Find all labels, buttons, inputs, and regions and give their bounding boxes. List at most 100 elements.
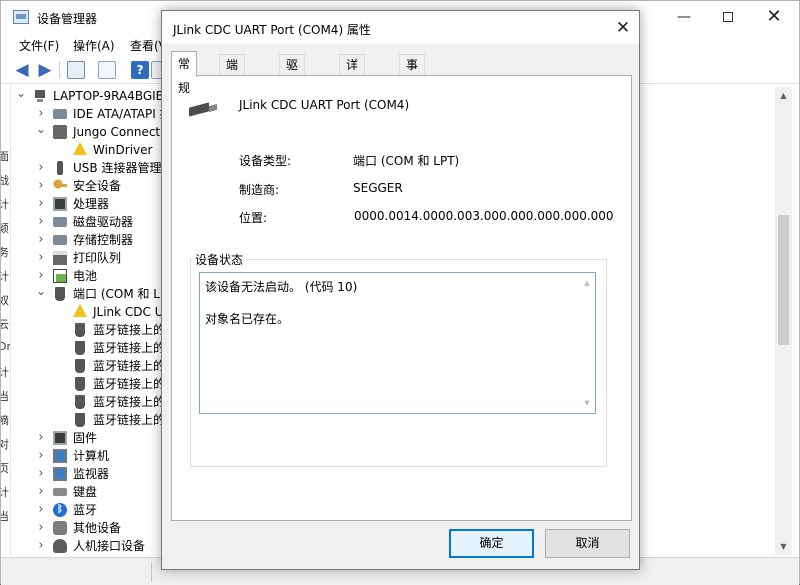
expand-chevron-icon[interactable]: › (36, 447, 46, 465)
collapse-chevron-icon[interactable]: ⌄ (36, 285, 46, 297)
tree-item[interactable]: 蓝牙链接上的 (13, 321, 163, 339)
tree-item[interactable]: › 计算机 (13, 447, 163, 465)
expand-chevron-icon[interactable]: › (36, 483, 46, 501)
clipped-text-fragment: 对 (1, 436, 9, 452)
expand-chevron-icon[interactable]: › (36, 105, 46, 123)
tree-item[interactable]: JLink CDC UA (13, 303, 163, 321)
tab-general[interactable]: 常规 (171, 51, 198, 95)
console-tree-icon[interactable] (67, 61, 85, 79)
tree-item[interactable]: › 人机接口设备 (13, 537, 163, 555)
status-scroll-down-icon[interactable]: ▼ (579, 395, 595, 411)
clipped-text-fragment: 计 (1, 196, 9, 212)
port-connector-icon (189, 102, 217, 116)
back-arrow-icon[interactable]: ◀ (13, 61, 31, 79)
tree-item[interactable]: › 处理器 (13, 195, 163, 213)
dialog-close-icon[interactable]: ✕ (609, 14, 637, 42)
tree-item[interactable]: 蓝牙链接上的 (13, 357, 163, 375)
clipped-text-fragment: 奴 (1, 292, 9, 308)
tree-item[interactable]: › 安全设备 (13, 177, 163, 195)
forward-arrow-icon[interactable]: ▶ (36, 61, 54, 79)
battery-icon (53, 269, 67, 283)
tree-item[interactable]: › USB 连接器管理器 (13, 159, 163, 177)
close-button[interactable]: ✕ (751, 1, 797, 33)
tab-port-settings[interactable]: 端口设置 (219, 54, 246, 132)
tab-details[interactable]: 详细信息 (339, 54, 366, 132)
menu-action[interactable]: 操作(A) (73, 37, 115, 54)
expand-chevron-icon[interactable]: › (36, 267, 46, 285)
general-tab-panel: JLink CDC UART Port (COM4) 设备类型: 端口 (COM… (171, 75, 632, 521)
collapse-chevron-icon[interactable]: ⌄ (36, 123, 46, 135)
clipped-text-fragment: Dr (1, 340, 11, 353)
tree-item[interactable]: ⌄ LAPTOP-9RA4BGIB (13, 87, 163, 105)
tree-item[interactable]: › 电池 (13, 267, 163, 285)
tree-item-label: 计算机 (73, 449, 110, 463)
maximize-icon (723, 12, 733, 22)
device-tree-scrollbar[interactable]: ▲ ▼ (775, 87, 792, 555)
chip-icon (53, 197, 67, 211)
chip-icon (53, 431, 67, 445)
expand-chevron-icon[interactable]: › (36, 465, 46, 483)
keyboard-icon (53, 488, 67, 496)
tree-item[interactable]: ⌄ 端口 (COM 和 LP (13, 285, 163, 303)
tree-item[interactable]: 蓝牙链接上的 (13, 339, 163, 357)
scrollbar-thumb[interactable] (778, 215, 789, 345)
collapse-chevron-icon[interactable]: ⌄ (16, 87, 26, 99)
device-status-title: 设备状态 (192, 251, 247, 268)
tree-item[interactable]: › 监视器 (13, 465, 163, 483)
printer-icon (53, 251, 67, 265)
tree-item[interactable]: › ᛒ 蓝牙 (13, 501, 163, 519)
device-icon (53, 125, 67, 139)
tree-item[interactable]: › 打印队列 (13, 249, 163, 267)
dialog-titlebar[interactable]: JLink CDC UART Port (COM4) 属性 ✕ (162, 11, 639, 44)
expand-chevron-icon[interactable]: › (36, 213, 46, 231)
scroll-down-arrow-icon[interactable]: ▼ (775, 538, 792, 555)
menu-file[interactable]: 文件(F) (19, 37, 59, 54)
cancel-button[interactable]: 取消 (545, 529, 630, 558)
help-icon[interactable]: ? (131, 61, 149, 79)
warning-icon (73, 142, 87, 155)
tree-item-label: 端口 (COM 和 LP (73, 287, 163, 301)
tree-item[interactable]: ⌄ Jungo Connectiv (13, 123, 163, 141)
key-icon (53, 179, 67, 193)
tree-item-label: USB 连接器管理器 (73, 161, 163, 175)
drive-icon (53, 235, 67, 245)
tree-item[interactable]: 蓝牙链接上的 (13, 375, 163, 393)
status-scroll-up-icon[interactable]: ▲ (579, 275, 595, 291)
scroll-up-arrow-icon[interactable]: ▲ (775, 87, 792, 104)
port-icon (75, 377, 85, 391)
tree-item[interactable]: 蓝牙链接上的 (13, 393, 163, 411)
tree-item-label: 键盘 (73, 485, 98, 499)
expand-chevron-icon[interactable]: › (36, 231, 46, 249)
properties-icon[interactable] (98, 61, 116, 79)
expand-chevron-icon[interactable]: › (36, 177, 46, 195)
location-value: 0000.0014.0000.003.000.000.000.000.000 (354, 209, 614, 223)
tree-item-label: 电池 (73, 269, 98, 283)
tree-item[interactable]: › 固件 (13, 429, 163, 447)
expand-chevron-icon[interactable]: › (36, 429, 46, 447)
monitor-icon (53, 467, 67, 481)
maximize-button[interactable] (705, 1, 751, 33)
tree-item[interactable]: › 键盘 (13, 483, 163, 501)
ok-button[interactable]: 确定 (449, 529, 534, 558)
tree-item[interactable]: › 存储控制器 (13, 231, 163, 249)
tab-driver[interactable]: 驱动程序 (279, 54, 306, 132)
tree-item[interactable]: WinDriver (13, 141, 163, 159)
tree-item[interactable]: › 其他设备 (13, 519, 163, 537)
status-scrollbar[interactable]: ▲ ▼ (579, 273, 595, 413)
expand-chevron-icon[interactable]: › (36, 537, 46, 555)
expand-chevron-icon[interactable]: › (36, 249, 46, 267)
device-tree[interactable]: ⌄ LAPTOP-9RA4BGIB › IDE ATA/ATAPI 控 ⌄ Jungo C… (13, 87, 163, 555)
minimize-button[interactable]: — (661, 1, 707, 33)
tree-item[interactable]: › IDE ATA/ATAPI 控 (13, 105, 163, 123)
tree-item[interactable]: › 磁盘驱动器 (13, 213, 163, 231)
tree-item[interactable]: 蓝牙链接上的 (13, 411, 163, 429)
device-status-textbox[interactable]: 该设备无法启动。 (代码 10) 对象名已存在。 ▲ ▼ (199, 272, 596, 414)
left-clipped-pane: 面战计颖务计奴云Dr计当嘀对页计当 (1, 85, 11, 555)
expand-chevron-icon[interactable]: › (36, 195, 46, 213)
expand-chevron-icon[interactable]: › (36, 501, 46, 519)
expand-chevron-icon[interactable]: › (36, 519, 46, 537)
expand-chevron-icon[interactable]: › (36, 159, 46, 177)
clipped-text-fragment: 务 (1, 244, 9, 260)
tab-events[interactable]: 事件 (399, 54, 426, 92)
port-icon (75, 341, 85, 355)
